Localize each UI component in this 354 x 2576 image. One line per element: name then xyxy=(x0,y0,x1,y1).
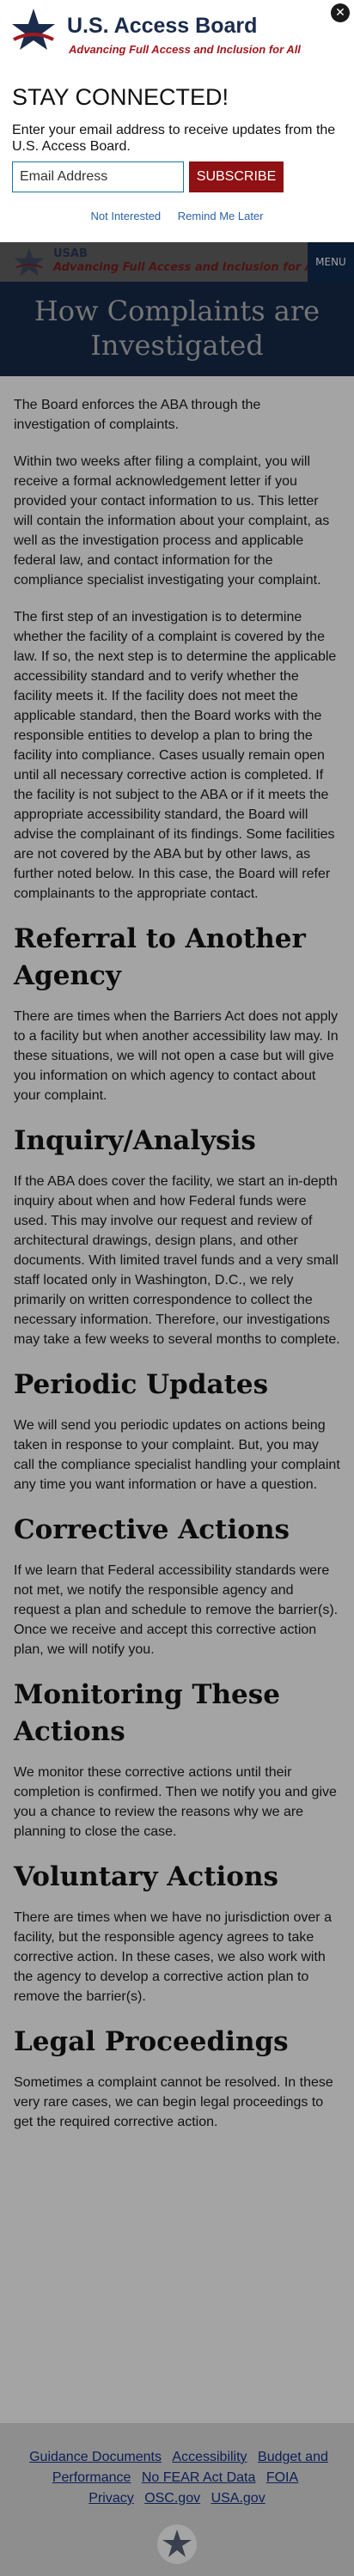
header-tagline: Advancing Full Access and Inclusion for … xyxy=(53,261,321,274)
section-heading: Voluntary Actions xyxy=(14,1861,278,1892)
site-footer: Guidance Documents Accessibility Budget … xyxy=(0,2423,354,2576)
footer-link-privacy[interactable]: Privacy xyxy=(88,2491,133,2506)
footer-link-foia[interactable]: FOIA xyxy=(266,2470,298,2485)
header-brand[interactable]: USAB xyxy=(53,247,88,260)
popup-description: Enter your email address to receive upda… xyxy=(12,123,336,154)
intro-paragraph: The Board enforces the ABA through the i… xyxy=(14,398,261,432)
close-icon[interactable]: ✕ xyxy=(331,3,350,22)
intro-paragraph: Within two weeks after filing a complain… xyxy=(14,454,330,588)
page-title-banner: How Complaints are Investigated xyxy=(0,282,354,376)
section-heading: Periodic Updates xyxy=(14,1369,269,1400)
section-body: If we learn that Federal accessibility s… xyxy=(14,1563,339,1657)
section-body: There are times when the Barriers Act do… xyxy=(14,1009,339,1103)
footer-seal-icon xyxy=(157,2524,197,2564)
footer-link-osc-gov[interactable]: OSC.gov xyxy=(144,2491,200,2506)
section-body: There are times when we have no jurisdic… xyxy=(14,1910,332,2004)
remind-later-link[interactable]: Remind Me Later xyxy=(178,210,264,222)
section-heading: Corrective Actions xyxy=(14,1514,290,1545)
section-heading: Legal Proceedings xyxy=(14,2026,289,2057)
section-body: If the ABA does cover the facility, we s… xyxy=(14,1174,340,1347)
popup-dismiss-links: Not Interested Remind Me Later xyxy=(0,210,354,222)
section-heading: Referral to Another Agency xyxy=(14,923,306,991)
main-content: The Board enforces the ABA through the i… xyxy=(0,376,354,2149)
newsletter-popup: U.S. Access Board Advancing Full Access … xyxy=(0,0,354,242)
popup-brand: U.S. Access Board xyxy=(67,14,258,38)
usab-logo-icon[interactable] xyxy=(12,247,46,277)
footer-link-no-fear-act-data[interactable]: No FEAR Act Data xyxy=(142,2470,256,2485)
section-body: We will send you periodic updates on act… xyxy=(14,1418,340,1492)
section-heading: Inquiry/Analysis xyxy=(14,1125,256,1156)
footer-links: Guidance Documents Accessibility Budget … xyxy=(26,2447,328,2509)
page-title: How Complaints are Investigated xyxy=(34,295,320,362)
not-interested-link[interactable]: Not Interested xyxy=(91,210,162,222)
popup-tagline: Advancing Full Access and Inclusion for … xyxy=(69,43,301,56)
email-field[interactable] xyxy=(12,161,184,192)
subscribe-button[interactable]: SUBSCRIBE xyxy=(189,161,284,192)
site-header: USAB Advancing Full Access and Inclusion… xyxy=(0,242,354,282)
intro-paragraph: The first step of an investigation is to… xyxy=(14,610,337,901)
section-body: Sometimes a complaint cannot be resolved… xyxy=(14,2075,333,2129)
usab-logo-icon xyxy=(12,9,55,50)
footer-link-accessibility[interactable]: Accessibility xyxy=(172,2450,247,2464)
section-heading: Monitoring These Actions xyxy=(14,1679,280,1747)
popup-heading: STAY CONNECTED! xyxy=(12,84,229,110)
footer-link-usa-gov[interactable]: USA.gov xyxy=(211,2491,266,2506)
section-body: We monitor these corrective actions unti… xyxy=(14,1765,337,1839)
menu-button[interactable]: MENU xyxy=(308,242,354,282)
footer-link-guidance-documents[interactable]: Guidance Documents xyxy=(29,2450,162,2464)
